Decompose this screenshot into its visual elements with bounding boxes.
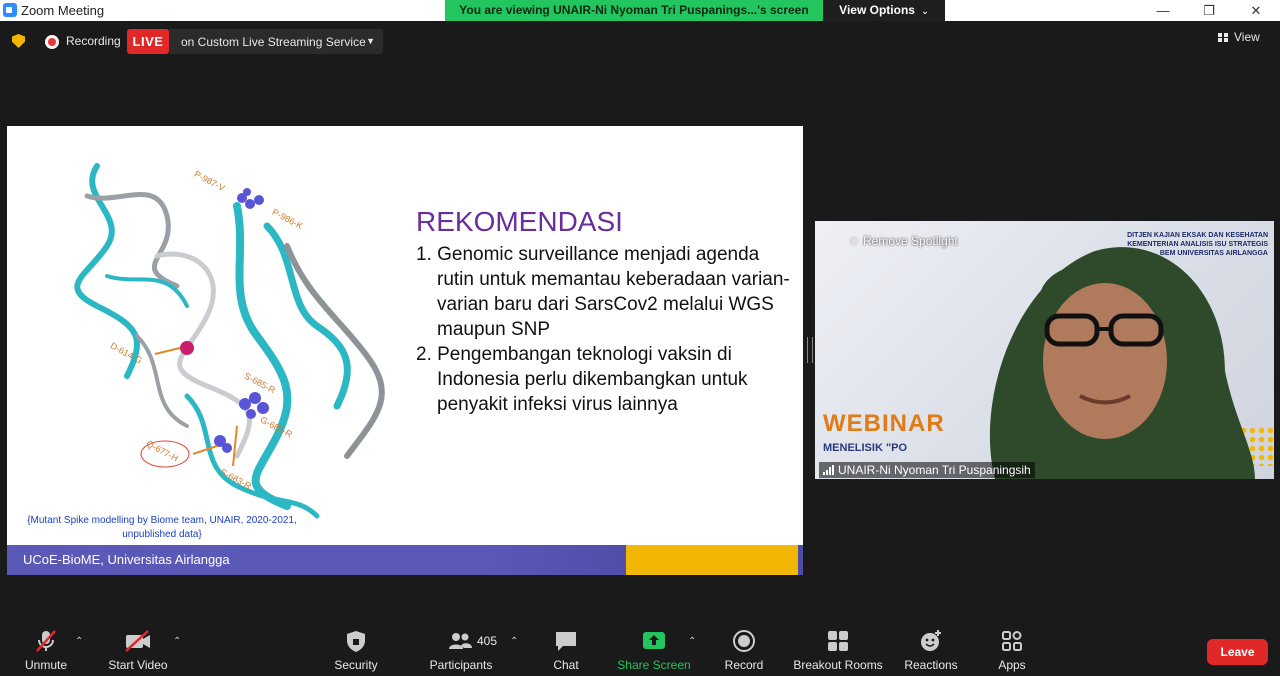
share-screen-button[interactable]: Share Screen xyxy=(616,628,692,672)
recording-label: Recording xyxy=(66,34,121,48)
video-off-icon xyxy=(125,630,150,652)
participant-video-tile[interactable]: DITJEN KAJIAN EKSAK DAN KESEHATAN KEMENT… xyxy=(815,221,1274,479)
security-button[interactable]: Security xyxy=(330,628,382,672)
unmute-label: Unmute xyxy=(24,658,68,672)
slide-list-item: 1. Genomic surveillance menjadi agenda r… xyxy=(416,244,790,340)
reactions-icon xyxy=(921,630,941,651)
chat-label: Chat xyxy=(553,658,579,672)
chevron-down-icon: ⌄ xyxy=(921,6,929,16)
recording-icon xyxy=(45,35,59,49)
splitter-handle[interactable] xyxy=(807,337,813,363)
window-title: Zoom Meeting xyxy=(21,3,105,18)
video-options-caret[interactable]: ⌃ xyxy=(173,636,181,647)
participants-icon xyxy=(449,633,472,649)
share-screen-label: Share Screen xyxy=(617,658,691,672)
participant-figure xyxy=(989,247,1255,479)
slide-recommendation-list: 1. Genomic surveillance menjadi agenda r… xyxy=(416,242,796,417)
share-screen-icon xyxy=(643,632,665,649)
spotlight-icon xyxy=(849,236,859,246)
chat-button[interactable]: Chat xyxy=(546,628,586,672)
slide-caption: {Mutant Spike modelling by Biome team, U… xyxy=(27,515,297,540)
background-webinar-text: WEBINAR xyxy=(823,410,945,437)
grid-icon xyxy=(1218,33,1228,42)
audio-options-caret[interactable]: ⌃ xyxy=(75,636,83,647)
record-button[interactable]: Record xyxy=(722,628,766,672)
breakout-rooms-button[interactable]: Breakout Rooms xyxy=(790,628,886,672)
start-video-label: Start Video xyxy=(108,658,168,672)
participants-label: Participants xyxy=(429,658,493,672)
live-streaming-dropdown[interactable]: on Custom Live Streaming Service ▼ xyxy=(169,29,383,54)
signal-bars-icon xyxy=(823,465,835,475)
participant-name: UNAIR-Ni Nyoman Tri Puspaningsih xyxy=(838,463,1031,477)
participant-name-label: UNAIR-Ni Nyoman Tri Puspaningsih xyxy=(819,462,1035,478)
remove-spotlight-button[interactable]: Remove Spotlight xyxy=(849,234,958,248)
participants-count: 405 xyxy=(477,634,498,648)
slide-list-item: 2. Pengembangan teknologi vaksin di Indo… xyxy=(416,344,748,415)
start-video-button[interactable]: Start Video xyxy=(104,628,172,672)
reactions-label: Reactions xyxy=(904,658,958,672)
muted-mic-icon xyxy=(36,630,56,652)
shield-icon xyxy=(347,631,365,652)
slide-footer: UCoE-BioME, Universitas Airlangga xyxy=(7,545,803,575)
participants-options-caret[interactable]: ⌃ xyxy=(510,636,518,647)
encryption-shield-icon[interactable] xyxy=(12,34,25,48)
chat-icon xyxy=(556,632,576,651)
apps-button[interactable]: Apps xyxy=(992,628,1032,672)
live-service-label: on Custom Live Streaming Service xyxy=(181,35,366,49)
minimize-button[interactable]: — xyxy=(1143,1,1183,20)
slide-title: REKOMENDASI xyxy=(416,206,623,237)
maximize-button[interactable]: ❐ xyxy=(1189,1,1229,20)
caret-down-icon: ▼ xyxy=(366,36,375,46)
remove-spotlight-label: Remove Spotlight xyxy=(863,234,958,248)
unmute-button[interactable]: Unmute xyxy=(18,628,74,672)
background-subtitle-text: MENELISIK "PO xyxy=(823,442,908,454)
participants-button[interactable]: 405 Participants xyxy=(426,628,498,672)
record-label: Record xyxy=(724,658,764,672)
security-label: Security xyxy=(334,658,378,672)
spike-protein-image xyxy=(74,163,385,519)
share-options-caret[interactable]: ⌃ xyxy=(688,636,696,647)
view-options-button[interactable]: View Options ⌄ xyxy=(823,0,945,21)
breakout-rooms-icon xyxy=(828,631,848,651)
zoom-app-icon xyxy=(3,3,17,17)
live-badge: LIVE xyxy=(127,29,169,54)
view-options-label: View Options xyxy=(839,3,915,17)
breakout-rooms-label: Breakout Rooms xyxy=(793,658,883,672)
slide-footer-label: UCoE-BioME, Universitas Airlangga xyxy=(23,552,230,567)
view-label: View xyxy=(1234,30,1260,44)
decorative-pattern xyxy=(626,545,798,575)
leave-button[interactable]: Leave xyxy=(1207,639,1268,665)
shared-slide: P-987-V P-986-K D-614-G S-685-R G-682-R … xyxy=(7,126,803,575)
record-icon xyxy=(733,630,755,652)
view-button[interactable]: View xyxy=(1218,30,1260,44)
apps-label: Apps xyxy=(998,658,1026,672)
apps-icon xyxy=(1002,631,1022,651)
screen-share-banner: You are viewing UNAIR-Ni Nyoman Tri Pusp… xyxy=(445,0,823,21)
reactions-button[interactable]: Reactions xyxy=(902,628,960,672)
close-button[interactable]: ✕ xyxy=(1236,1,1276,20)
